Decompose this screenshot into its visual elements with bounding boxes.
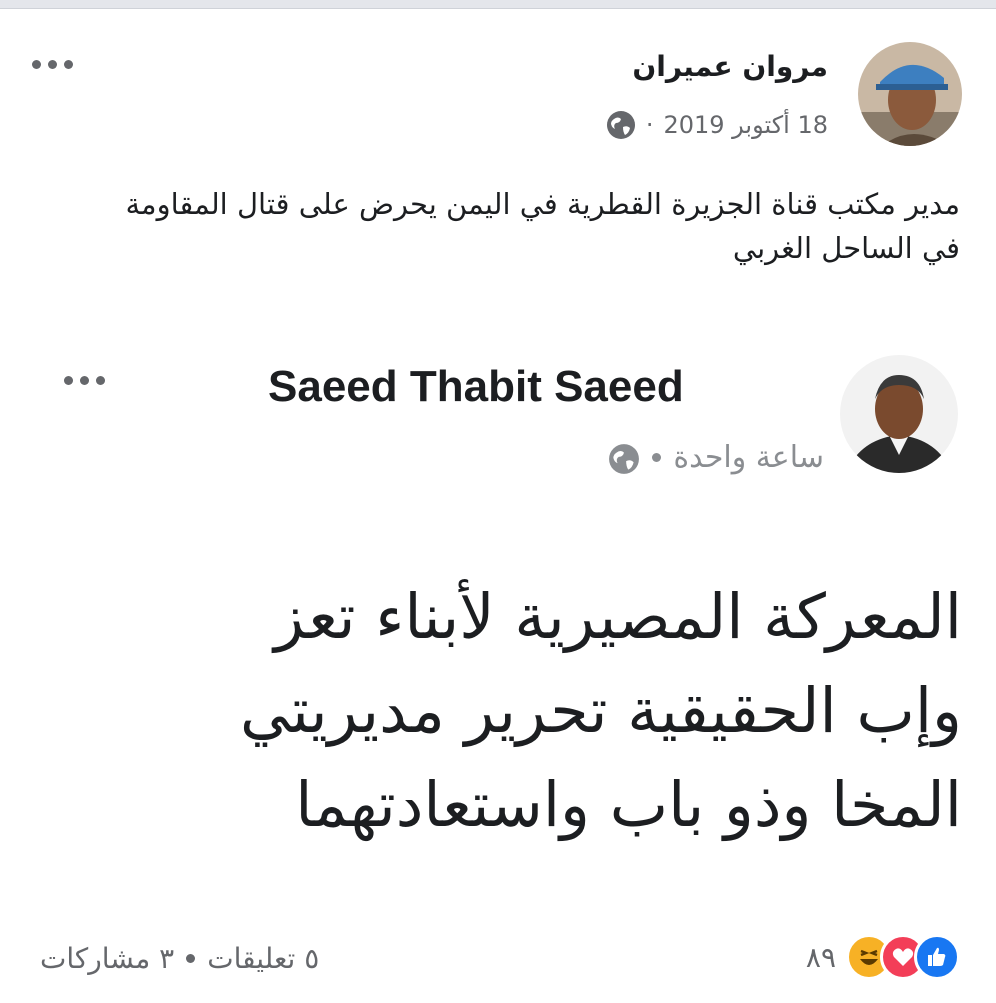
post-footer: ٨٩ ٥ تعليقات ٣ مشاركات (0, 930, 996, 990)
comments-count[interactable]: ٥ تعليقات (207, 942, 319, 975)
shared-post-text: المعركة المصيرية لأبناء تعز وإب الحقيقية… (62, 570, 962, 852)
post-author-avatar[interactable] (858, 42, 962, 146)
shared-post-more-options-icon[interactable] (64, 376, 105, 385)
shared-post-time[interactable]: ساعة واحدة (673, 440, 824, 475)
post-meta: 18 أكتوبر 2019 · (606, 110, 828, 140)
post-date[interactable]: 18 أكتوبر 2019 (663, 111, 828, 139)
like-icon (914, 934, 960, 980)
top-divider (0, 0, 996, 9)
shared-post-meta: ساعة واحدة (609, 440, 824, 475)
post-more-options-icon[interactable] (32, 60, 73, 69)
reactions-count: ٨٩ (805, 940, 836, 974)
globe-icon (606, 110, 636, 140)
shared-post-text-line: وإب الحقيقية تحرير مديريتي (240, 674, 962, 747)
post-text: مدير مكتب قناة الجزيرة القطرية في اليمن … (125, 187, 960, 265)
meta-separator-dot (652, 453, 662, 462)
globe-icon (609, 443, 640, 474)
shared-post-text-line: المخا وذو باب واستعادتهما (295, 768, 962, 841)
reactions-summary[interactable]: ٨٩ (806, 934, 960, 980)
meta-separator: · (645, 111, 654, 139)
post-author-name[interactable]: مروان عميران (632, 50, 828, 83)
stats-separator-dot (186, 954, 196, 963)
shared-post-text-line: المعركة المصيرية لأبناء تعز (274, 580, 962, 653)
shared-post-author-name[interactable]: Saeed Thabit Saeed (268, 362, 684, 412)
shared-post-author-avatar[interactable] (840, 355, 958, 473)
shares-count[interactable]: ٣ مشاركات (40, 942, 174, 975)
footer-stats: ٥ تعليقات ٣ مشاركات (40, 942, 319, 975)
